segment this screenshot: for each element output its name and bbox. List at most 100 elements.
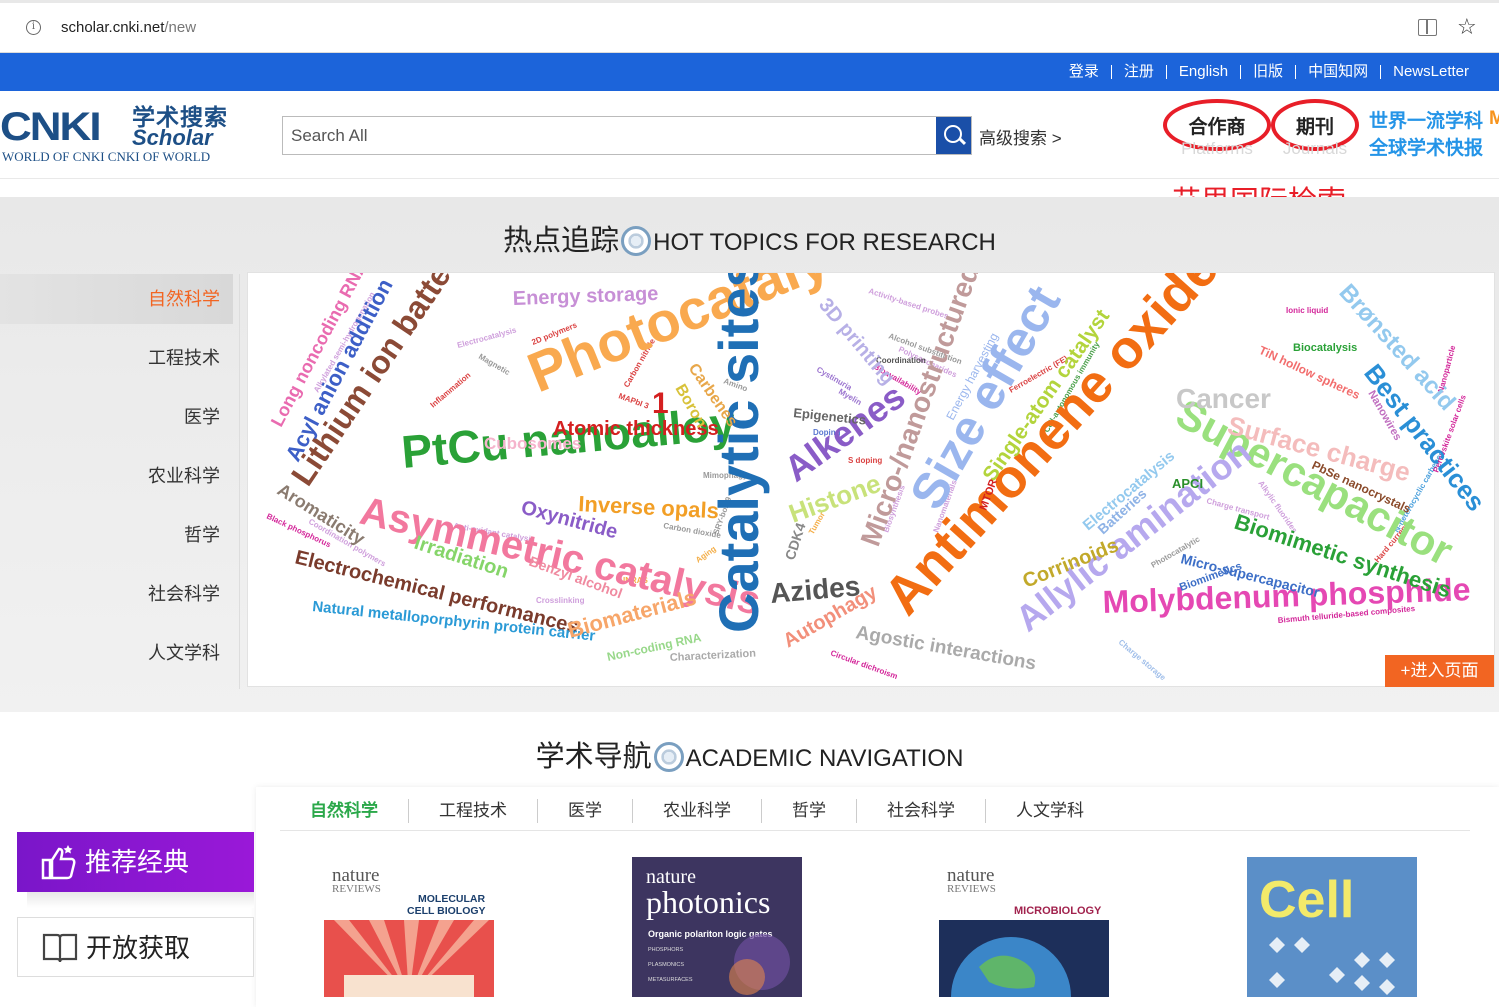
word-cloud-svg: Activity-based probesElectrocatalysis 2D …	[265, 273, 1491, 683]
journal-cover-cell[interactable]: Cell	[1247, 857, 1417, 997]
cover-small-3: METASURFACES	[648, 977, 693, 983]
category-item[interactable]: 人文学科	[0, 628, 233, 678]
category-item[interactable]: 哲学	[0, 510, 233, 560]
recommended-classics-label: 推荐经典	[85, 847, 190, 877]
journal-cover-nature-photonics[interactable]: nature photonics Organic polariton logic…	[632, 857, 802, 997]
academic-tab[interactable]: 医学	[537, 799, 632, 823]
cover-brand: Cell	[1259, 871, 1354, 929]
academic-nav-title-cn: 学术导航	[535, 741, 652, 773]
academic-tab[interactable]: 自然科学	[280, 799, 408, 823]
cover-title-line2: CELL BIOLOGY	[407, 905, 486, 917]
word-cloud-filler[interactable]: Charge storage	[1117, 638, 1168, 683]
open-access-label: 开放获取	[86, 933, 191, 963]
category-sidebar: 自然科学工程技术医学农业科学哲学社会科学人文学科	[0, 274, 240, 689]
word-cloud-term[interactable]: Biocatalysis	[1293, 342, 1357, 354]
cover-small-1: PHOSPHORS	[648, 947, 683, 953]
word-cloud-filler[interactable]: Circular dichroism	[829, 648, 899, 681]
word-cloud-term[interactable]: Cubosomes	[484, 434, 581, 453]
partner-platforms-link[interactable]: 合作商 Platforms	[1163, 99, 1271, 158]
network-icon	[653, 742, 684, 772]
category-item[interactable]: 农业科学	[0, 451, 233, 501]
top-nav-links: 登录 注册 English 旧版 中国知网 NewsLetter	[1057, 53, 1481, 91]
top-nav-link[interactable]: English	[1165, 64, 1240, 79]
cover-small-2: PLASMONICS	[648, 962, 684, 968]
search-box	[282, 116, 972, 155]
reader-mode-icon[interactable]	[1418, 19, 1437, 36]
word-cloud-filler[interactable]: Cystinuria	[815, 365, 854, 393]
logo-scholar-text: Scholar	[132, 125, 213, 150]
search-icon[interactable]	[936, 117, 971, 154]
word-cloud-term[interactable]: CDK4	[782, 521, 809, 562]
category-item[interactable]: 工程技术	[0, 333, 233, 383]
hot-topics-title: 热点追踪 HOT TOPICS FOR RESEARCH	[0, 217, 1499, 259]
journal-cover-microbiology[interactable]: nature REVIEWS MICROBIOLOGY	[939, 857, 1109, 997]
category-item[interactable]: 医学	[0, 392, 233, 442]
thumbs-up-icon	[41, 845, 76, 880]
cover-art: nature REVIEWS MICROBIOLOGY	[939, 857, 1109, 997]
academic-tab[interactable]: 人文学科	[985, 799, 1114, 823]
top-nav-link[interactable]: NewsLetter	[1380, 64, 1481, 79]
tab-strip-edge	[0, 0, 1499, 3]
recommended-classics-button[interactable]: 推荐经典	[17, 832, 254, 892]
hot-topics-title-cn: 热点追踪	[503, 225, 620, 257]
journals-link[interactable]: 期刊 Journals	[1271, 99, 1359, 158]
word-cloud-term[interactable]: Cancer	[1176, 383, 1271, 414]
radar-icon	[621, 226, 652, 256]
world-disciplines-link[interactable]: 世界一流学科	[1369, 108, 1483, 135]
cover-sub: REVIEWS	[947, 883, 996, 895]
academic-tab[interactable]: 社会科学	[856, 799, 985, 823]
cover-title-line1: MOLECULAR	[418, 893, 485, 905]
cover-sub: REVIEWS	[332, 883, 381, 895]
url-path: /new	[164, 19, 197, 36]
cnki-scholar-logo[interactable]: CNKI 学术搜索 Scholar WORLD OF CNKI CNKI OF …	[0, 105, 245, 167]
book-icon	[42, 933, 78, 963]
academic-tab[interactable]: 农业科学	[632, 799, 761, 823]
enter-page-button[interactable]: +进入页面	[1385, 655, 1494, 687]
browser-address-bar: i scholar.cnki.net/new ☆	[0, 0, 1499, 53]
category-item[interactable]: 自然科学	[0, 274, 233, 324]
advanced-search-link[interactable]: 高级搜索 >	[979, 124, 1062, 149]
word-cloud-term[interactable]: 1	[652, 387, 669, 420]
word-cloud-filler[interactable]: Crosslinking	[536, 596, 585, 605]
word-cloud-filler[interactable]: Inflammation	[429, 371, 473, 410]
word-cloud-filler[interactable]: Magnetic	[477, 352, 512, 377]
top-nav-link[interactable]: 旧版	[1240, 64, 1295, 79]
bookmark-star-icon[interactable]: ☆	[1457, 14, 1477, 40]
site-header: CNKI 学术搜索 Scholar WORLD OF CNKI CNKI OF …	[0, 91, 1499, 179]
url-host: scholar.cnki.net	[61, 19, 165, 36]
word-cloud-term[interactable]: Characterization	[670, 647, 757, 664]
word-cloud-filler[interactable]: Electrocatalysis	[456, 325, 518, 350]
cover-title: MICROBIOLOGY	[1014, 905, 1102, 917]
hot-topics-title-en: HOT TOPICS FOR RESEARCH	[653, 229, 996, 256]
academic-tab[interactable]: 工程技术	[408, 799, 537, 823]
site-info-icon[interactable]: i	[26, 20, 41, 35]
global-academic-news-link[interactable]: 全球学术快报	[1369, 135, 1483, 162]
logo-cnki-text: CNKI	[0, 105, 102, 150]
academic-nav-title: 学术导航 ACADEMIC NAVIGATION	[0, 733, 1499, 775]
word-cloud: Activity-based probes Electrocatalysis 2D …	[247, 272, 1495, 687]
journal-cover-molecular-cell-biology[interactable]: nature REVIEWS MOLECULAR CELL BIOLOGY	[324, 857, 494, 997]
top-nav-link[interactable]: 登录	[1057, 64, 1111, 79]
word-cloud-filler[interactable]: Ionic liquid	[1286, 306, 1328, 315]
word-cloud-filler[interactable]: S doping	[848, 456, 882, 465]
cover-art: Cell	[1247, 857, 1417, 997]
academic-tab[interactable]: 哲学	[761, 799, 856, 823]
logo-tagline: WORLD OF CNKI CNKI OF WORLD	[2, 149, 211, 164]
open-access-button[interactable]: 开放获取	[17, 917, 254, 977]
hot-topics-section: 热点追踪 HOT TOPICS FOR RESEARCH 自然科学工程技术医学农业…	[0, 197, 1499, 712]
cover-art: nature REVIEWS MOLECULAR CELL BIOLOGY	[324, 857, 494, 997]
button-shadow	[27, 892, 254, 908]
top-nav-link[interactable]: 中国知网	[1295, 64, 1380, 79]
category-item[interactable]: 社会科学	[0, 569, 233, 619]
url-field[interactable]: scholar.cnki.net/new	[61, 19, 196, 36]
word-cloud-term[interactable]: APCI	[1172, 476, 1203, 491]
partner-sub-label: Platforms	[1181, 139, 1253, 158]
journal-sub-label: Journals	[1282, 139, 1348, 158]
top-nav-link[interactable]: 注册	[1110, 64, 1166, 79]
cut-off-link[interactable]: M	[1489, 108, 1499, 130]
top-navigation-bar: 登录 注册 English 旧版 中国知网 NewsLetter	[0, 53, 1499, 91]
word-cloud-term[interactable]: Catalytic sites	[707, 273, 770, 633]
world-class-links[interactable]: 世界一流学科 全球学术快报	[1369, 108, 1483, 162]
journal-label: 期刊	[1295, 117, 1334, 138]
search-input[interactable]	[283, 117, 937, 154]
